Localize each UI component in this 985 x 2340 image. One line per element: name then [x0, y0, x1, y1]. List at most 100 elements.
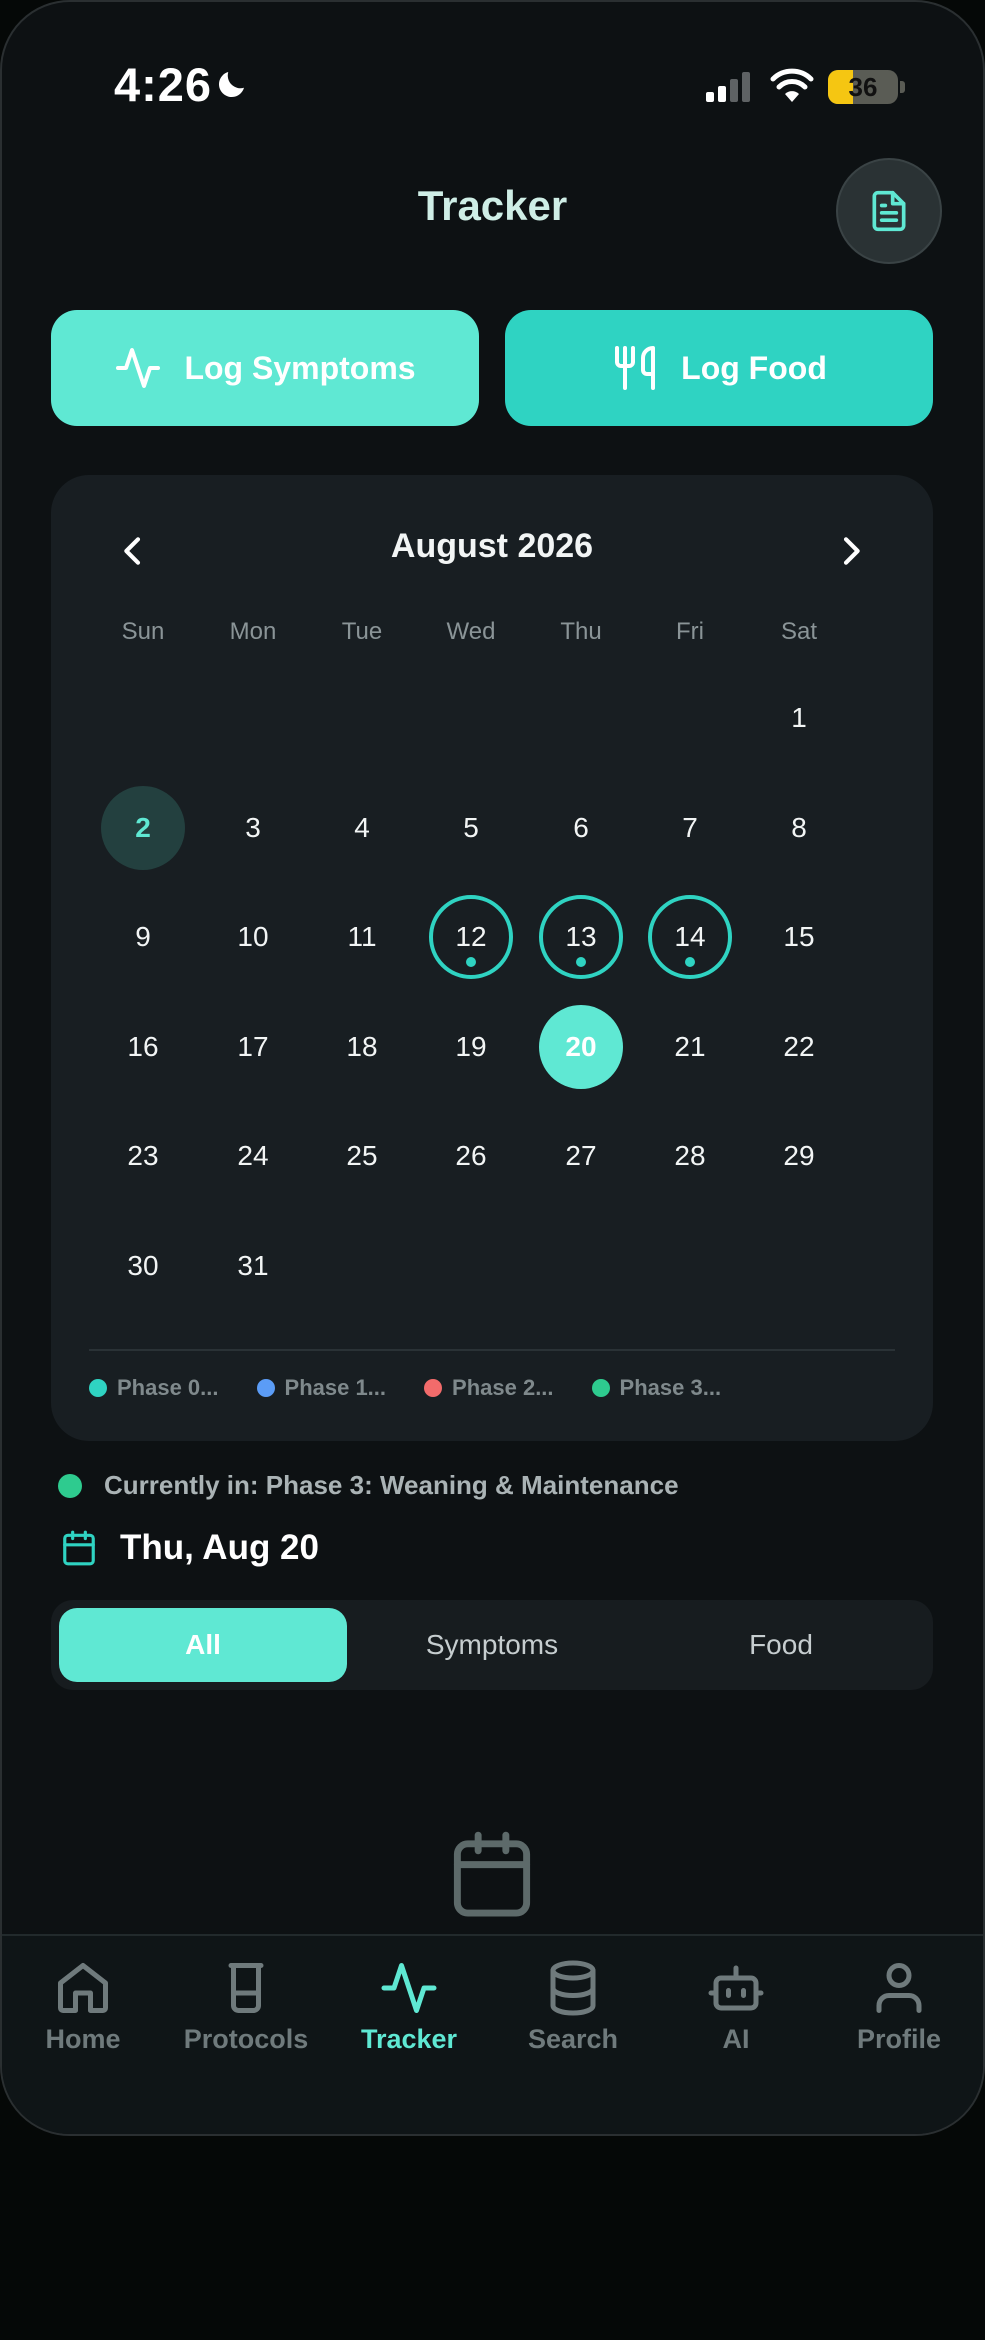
log-food-label: Log Food [681, 349, 827, 386]
selected-date-row: Thu, Aug 20 [60, 1528, 319, 1568]
phase-legend: Phase 0... Phase 1... Phase 2... Phase 3... [89, 1375, 721, 1401]
phone-screen: 4:26 36 Tracker Log Symptoms Log Food Au… [0, 0, 985, 2136]
log-symptoms-button[interactable]: Log Symptoms [51, 310, 479, 426]
weekday-sun: Sun [121, 618, 165, 645]
calendar-day-14[interactable]: 14 [648, 895, 732, 979]
calendar-day-31[interactable]: 31 [211, 1224, 295, 1308]
beaker-icon [228, 1963, 264, 2013]
calendar-day-22[interactable]: 22 [757, 1005, 841, 1089]
legend-item-phase-3: Phase 3... [591, 1375, 722, 1401]
filter-tab-symptoms[interactable]: Symptoms [348, 1608, 636, 1682]
calendar-day-16[interactable]: 16 [101, 1005, 185, 1089]
weekday-fri: Fri [676, 618, 704, 645]
wifi-icon [770, 68, 814, 102]
entry-filter: All Symptoms Food [51, 1600, 933, 1690]
calendar-day-7[interactable]: 7 [648, 786, 732, 870]
calendar-day-25[interactable]: 25 [320, 1114, 404, 1198]
weekday-wed: Wed [446, 618, 496, 645]
legend-dot [89, 1379, 107, 1397]
legend-dot [424, 1379, 443, 1397]
weekday-mon: Mon [229, 618, 277, 645]
calendar-day-26[interactable]: 26 [429, 1114, 513, 1198]
calendar-small-icon [63, 1530, 95, 1566]
bottom-nav: Home Protocols Tracker Search AI Profile [2, 1934, 983, 2134]
log-symptoms-label: Log Symptoms [184, 349, 416, 386]
legend-item-phase-0: Phase 0... [89, 1375, 219, 1401]
utensils-icon [615, 346, 656, 390]
nav-ai-label: AI [722, 2024, 750, 2054]
home-icon [58, 1963, 108, 2013]
calendar-day-1[interactable]: 1 [757, 676, 841, 760]
calendar-day-9[interactable]: 9 [101, 895, 185, 979]
legend-label: Phase 3... [619, 1375, 722, 1400]
calendar-day-29[interactable]: 29 [757, 1114, 841, 1198]
weekday-thu: Thu [560, 618, 602, 645]
battery-indicator: 36 [828, 70, 898, 104]
nav-protocols-label: Protocols [183, 2024, 309, 2054]
calendar-day-5[interactable]: 5 [429, 786, 513, 870]
current-phase-text: Currently in: Phase 3: Weaning & Mainten… [104, 1470, 679, 1500]
current-phase: Currently in: Phase 3: Weaning & Mainten… [58, 1470, 679, 1501]
nav-search-label: Search [527, 2024, 619, 2054]
calendar-day-27[interactable]: 27 [539, 1114, 623, 1198]
weekday-tue: Tue [341, 618, 383, 645]
calendar-day-28[interactable]: 28 [648, 1114, 732, 1198]
calendar-month-label: August 2026 [390, 527, 594, 565]
calendar-day-18[interactable]: 18 [320, 1005, 404, 1089]
battery-percent: 36 [848, 72, 878, 102]
chevron-right-icon[interactable] [831, 531, 871, 571]
calendar-day-23[interactable]: 23 [101, 1114, 185, 1198]
report-button[interactable] [836, 158, 942, 264]
calendar-day-10[interactable]: 10 [211, 895, 295, 979]
battery-tip [900, 81, 905, 93]
nav-protocols[interactable]: Protocols [166, 1958, 326, 2055]
calendar-day-2[interactable]: 2 [101, 786, 185, 870]
selected-date: Thu, Aug 20 [120, 1528, 319, 1567]
calendar-day-6[interactable]: 6 [539, 786, 623, 870]
calendar-day-30[interactable]: 30 [101, 1224, 185, 1308]
calendar-day-3[interactable]: 3 [211, 786, 295, 870]
phase-status-dot [58, 1473, 82, 1498]
calendar-divider [89, 1349, 895, 1351]
nav-profile-label: Profile [856, 2024, 942, 2054]
legend-dot [256, 1379, 275, 1397]
activity-icon [381, 1963, 437, 2013]
log-food-button[interactable]: Log Food [505, 310, 933, 426]
nav-search[interactable]: Search [493, 1958, 653, 2055]
legend-label: Phase 2... [452, 1375, 554, 1400]
calendar-day-13[interactable]: 13 [539, 895, 623, 979]
nav-tracker[interactable]: Tracker [329, 1958, 489, 2055]
nav-home-label: Home [45, 2024, 121, 2054]
legend-label: Phase 0... [117, 1375, 219, 1400]
filter-tab-all[interactable]: All [59, 1608, 347, 1682]
calendar-day-19[interactable]: 19 [429, 1005, 513, 1089]
cellular-signal-icon [706, 72, 750, 102]
legend-item-phase-1: Phase 1... [256, 1375, 387, 1401]
calendar-day-21[interactable]: 21 [648, 1005, 732, 1089]
legend-dot [591, 1379, 610, 1397]
status-time: 4:26 [114, 58, 213, 111]
legend-label: Phase 1... [284, 1375, 387, 1400]
moon-icon [218, 72, 244, 98]
nav-profile[interactable]: Profile [819, 1958, 979, 2055]
calendar-day-20[interactable]: 20 [539, 1005, 623, 1089]
calendar-day-8[interactable]: 8 [757, 786, 841, 870]
nav-home[interactable]: Home [3, 1958, 163, 2055]
calendar-day-12[interactable]: 12 [429, 895, 513, 979]
calendar-day-11[interactable]: 11 [320, 895, 404, 979]
calendar-day-15[interactable]: 15 [757, 895, 841, 979]
filter-tab-food[interactable]: Food [637, 1608, 925, 1682]
weekday-sat: Sat [780, 618, 818, 645]
bot-icon [708, 1965, 764, 2011]
legend-item-phase-2: Phase 2... [424, 1375, 554, 1401]
calendar-day-24[interactable]: 24 [211, 1114, 295, 1198]
nav-ai[interactable]: AI [656, 1958, 816, 2055]
user-icon [876, 1963, 922, 2013]
calendar-day-17[interactable]: 17 [211, 1005, 295, 1089]
calendar-day-4[interactable]: 4 [320, 786, 404, 870]
database-icon [550, 1960, 596, 2016]
activity-icon [116, 348, 161, 388]
calendar-card: August 2026 Sun Mon Tue Wed Thu Fri Sat 123456… [51, 475, 933, 1441]
calendar-icon [453, 1831, 531, 1917]
document-icon [872, 190, 906, 232]
